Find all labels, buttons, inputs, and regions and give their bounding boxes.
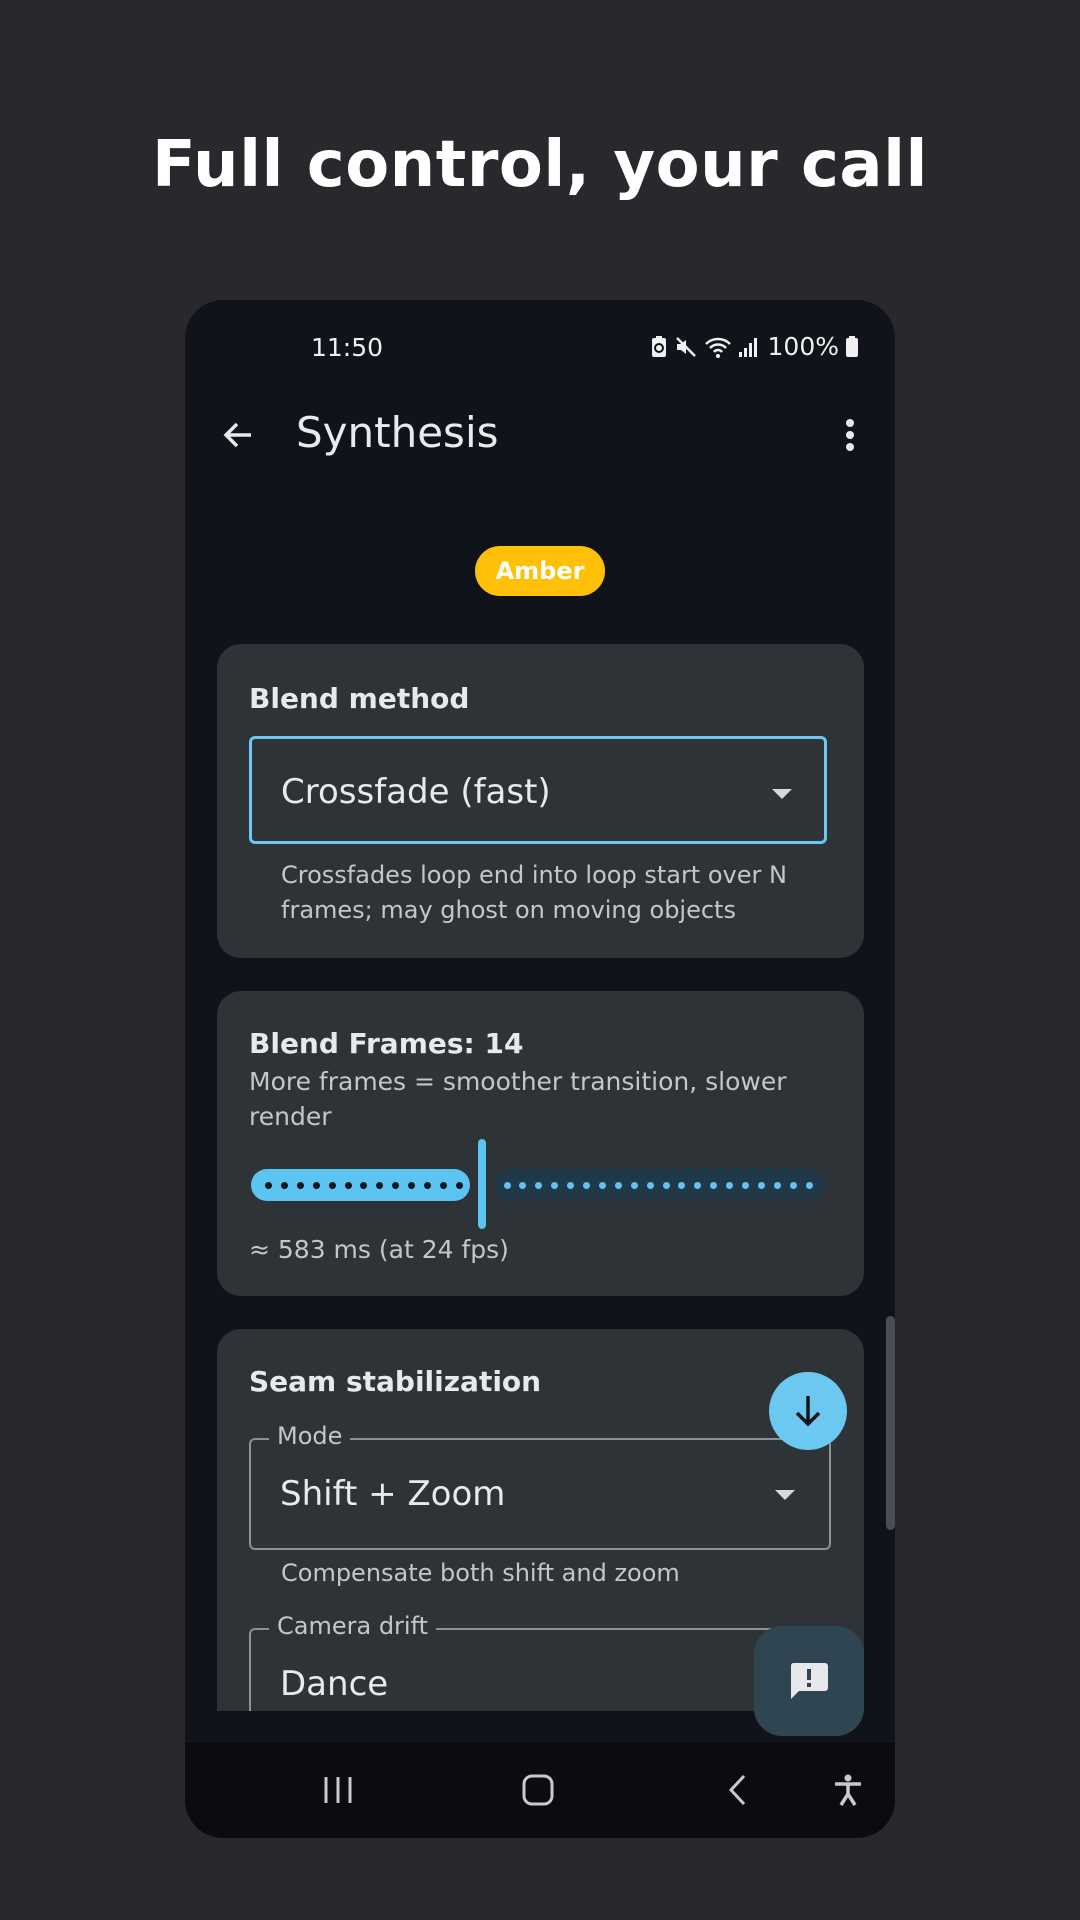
blend-frames-title: Blend Frames: 14 (249, 1027, 524, 1060)
signal-icon (738, 337, 757, 357)
accessibility-icon[interactable] (831, 1773, 865, 1807)
recents-icon[interactable] (321, 1773, 355, 1807)
blend-method-value: Crossfade (fast) (281, 772, 551, 812)
dropdown-arrow-icon (772, 789, 792, 799)
back-icon[interactable] (722, 1773, 756, 1807)
slider-tick (424, 1182, 431, 1189)
headline: Full control, your call (152, 128, 928, 202)
slider-tick (630, 1182, 638, 1189)
slider-tick (280, 1182, 288, 1189)
battery-percent: 100% (767, 332, 839, 361)
more-vert-icon[interactable] (845, 418, 855, 452)
blend-method-dropdown[interactable]: Crossfade (fast) (249, 736, 827, 844)
slider-tick (598, 1182, 606, 1189)
mode-helper: Compensate both shift and zoom (281, 1559, 680, 1587)
slider-tick (296, 1182, 304, 1189)
slider-tick (646, 1182, 654, 1189)
camera-drift-label: Camera drift (269, 1612, 437, 1640)
seam-stabilization-title: Seam stabilization (249, 1365, 542, 1398)
blend-method-title: Blend method (249, 682, 470, 715)
slider-tick (328, 1182, 336, 1189)
camera-drift-value: Dance (280, 1664, 389, 1704)
mute-icon (675, 336, 696, 357)
battery-icon (846, 335, 858, 357)
slider-handle[interactable] (477, 1139, 486, 1229)
blend-frames-card: Blend Frames: 14 More frames = smoother … (217, 991, 864, 1296)
status-bar: 11:50 100% (185, 330, 895, 370)
slider-tick (614, 1182, 622, 1189)
feedback-button[interactable] (754, 1626, 864, 1736)
slider-tick (455, 1182, 463, 1189)
slider-tick (742, 1182, 749, 1189)
slider-tick (757, 1182, 765, 1189)
scrollbar-thumb[interactable] (886, 1316, 895, 1530)
slider-tick (503, 1182, 511, 1189)
page-title: Synthesis (296, 408, 499, 457)
battery-saver-icon (651, 335, 666, 357)
duration-text: ≈ 583 ms (at 24 fps) (249, 1235, 509, 1264)
blend-frames-subtitle: More frames = smoother transition, slowe… (249, 1067, 787, 1131)
scroll-down-button[interactable] (769, 1372, 847, 1450)
slider-tick (773, 1182, 781, 1189)
arrow-down-icon (795, 1396, 821, 1427)
slider-tick (805, 1182, 813, 1189)
mode-value: Shift + Zoom (280, 1474, 506, 1514)
mode-label: Mode (269, 1422, 351, 1450)
mode-dropdown[interactable]: Mode Shift + Zoom (249, 1422, 831, 1550)
phone-frame: 11:50 100% Synthesis Amber Blend method … (185, 300, 895, 1838)
app-bar: Synthesis (185, 400, 895, 470)
blend-method-helper: Crossfades loop end into loop start over… (281, 861, 787, 924)
slider-tick (439, 1182, 447, 1189)
slider-tick (312, 1182, 320, 1189)
slider-tick (789, 1182, 797, 1189)
profile-chip[interactable]: Amber (475, 546, 605, 596)
arrow-back-icon[interactable] (221, 418, 255, 452)
status-time: 11:50 (311, 333, 384, 362)
wifi-icon (704, 337, 731, 358)
status-icons: 100% (650, 332, 859, 361)
slider-tick (265, 1182, 272, 1189)
slider-tick (662, 1182, 670, 1189)
feedback-icon (790, 1663, 828, 1699)
slider-tick (344, 1182, 352, 1189)
home-icon[interactable] (521, 1773, 555, 1807)
blend-method-card: Blend method Crossfade (fast) Crossfades… (217, 644, 864, 958)
slider-tick (583, 1182, 590, 1189)
dropdown-arrow-icon (775, 1490, 795, 1500)
blend-frames-slider[interactable] (249, 1139, 827, 1229)
system-nav-bar (185, 1743, 895, 1838)
